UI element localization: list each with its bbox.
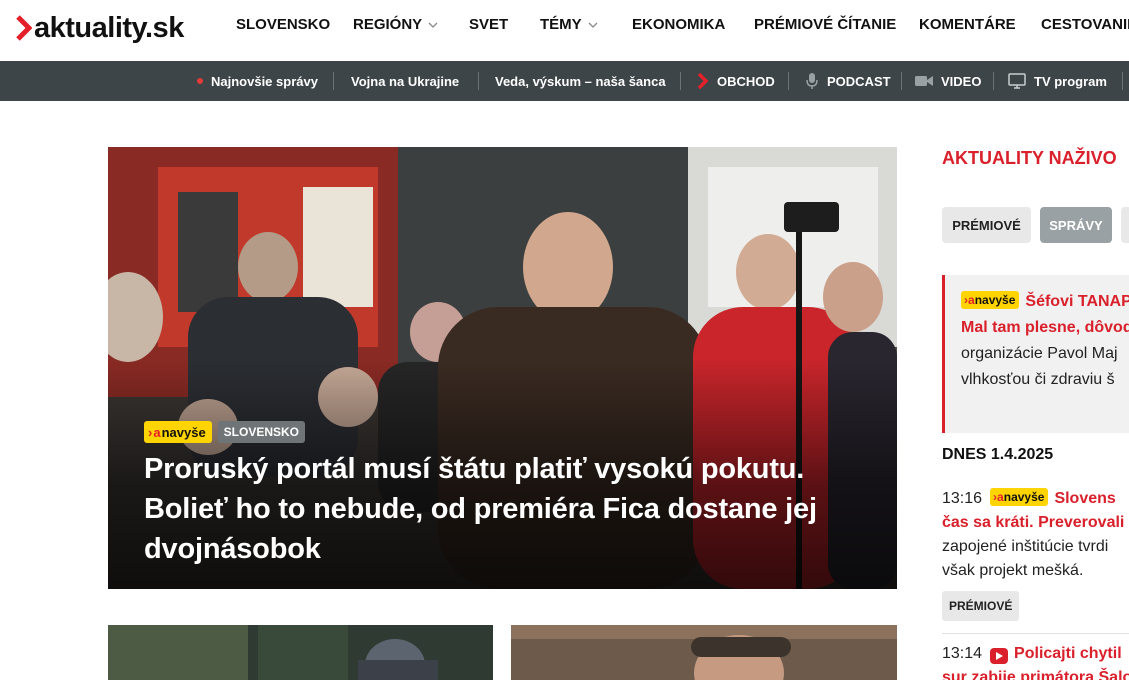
feed-text: zapojené inštitúcie tvrdi bbox=[942, 538, 1109, 555]
navyse-mark: a bbox=[997, 490, 1004, 504]
article-card[interactable] bbox=[108, 625, 493, 680]
nav-item-label: SLOVENSKO bbox=[236, 16, 331, 33]
chevron-down-icon bbox=[588, 22, 598, 28]
navyse-label: navyše bbox=[1003, 490, 1045, 504]
feed-headline-cont[interactable]: čas sa kráti. Preverovali s bbox=[942, 511, 1129, 535]
chevron-logo-icon bbox=[697, 72, 709, 90]
nav-item-label: KOMENTÁRE bbox=[919, 16, 1016, 33]
microphone-icon bbox=[805, 72, 819, 90]
pinned-headline-line: › a navyše Šéfovi TANAP bbox=[961, 289, 1129, 315]
divider bbox=[942, 633, 1129, 634]
article-card[interactable] bbox=[511, 625, 897, 680]
article-card-photo bbox=[511, 625, 897, 680]
nav-item-ekonomika[interactable]: EKONOMIKA bbox=[632, 16, 725, 33]
nav-item-label: REGIÓNY bbox=[353, 16, 423, 33]
divider bbox=[680, 72, 681, 90]
live-feed-title: AKTUALITY NAŽIVO bbox=[942, 148, 1117, 168]
red-dot-icon bbox=[197, 78, 203, 84]
chevron-down-icon bbox=[428, 22, 438, 28]
subnav-label: TV program bbox=[1034, 73, 1107, 89]
nav-item-label: EKONOMIKA bbox=[632, 16, 726, 33]
divider bbox=[478, 72, 479, 90]
feed-badge-row: PRÉMIOVÉ bbox=[942, 591, 1129, 621]
subnav-label: PODCAST bbox=[827, 73, 891, 89]
feed-date: DNES 1.4.2025 bbox=[942, 446, 1054, 463]
hero-tags: › a navyše SLOVENSKO bbox=[144, 421, 306, 443]
feed-headline-cont[interactable]: sur zabije primátora Šalo bbox=[942, 666, 1129, 680]
hero-headline[interactable]: Proruský portál musí štátu platiť vysokú… bbox=[144, 449, 844, 569]
pinned-headline-cont[interactable]: Mal tam plesne, dôvod bbox=[961, 315, 1129, 341]
subnav-label: Vojna na Ukrajine bbox=[351, 73, 460, 89]
chevron-logo-icon: › bbox=[148, 424, 153, 440]
divider bbox=[901, 72, 902, 90]
tv-icon bbox=[1008, 73, 1026, 89]
subnav-label: OBCHOD bbox=[717, 73, 775, 89]
nav-item-label: PRÉMIOVÉ ČÍTANIE bbox=[754, 16, 897, 33]
subnav-label: Najnovšie správy bbox=[211, 73, 318, 89]
hero-article[interactable]: › a navyše SLOVENSKO Proruský portál musí … bbox=[108, 147, 897, 589]
premium-badge: PRÉMIOVÉ bbox=[942, 591, 1020, 621]
feed-text: však projekt mešká. bbox=[942, 562, 1084, 579]
feed-headline[interactable]: Policajti chytil bbox=[1014, 645, 1122, 662]
nav-item-slovensko[interactable]: SLOVENSKO bbox=[236, 16, 330, 33]
navyse-mark: a bbox=[968, 293, 975, 307]
divider bbox=[333, 72, 334, 90]
feed-item[interactable]: 13:14 Policajti chytil sur zabije primáto… bbox=[942, 642, 1129, 680]
divider bbox=[788, 72, 789, 90]
navyse-tag: › a navyše bbox=[961, 291, 1020, 309]
divider bbox=[1122, 72, 1123, 90]
feed-time: 13:14 bbox=[942, 645, 983, 662]
article-card-photo bbox=[108, 625, 493, 680]
tab-more[interactable] bbox=[1121, 207, 1129, 243]
navyse-tag: › a navyše bbox=[144, 421, 212, 443]
tab-news[interactable]: SPRÁVY bbox=[1040, 207, 1112, 243]
nav-item-label: SVET bbox=[469, 16, 509, 33]
category-tag[interactable]: SLOVENSKO bbox=[217, 421, 306, 443]
navyse-tag: › a navyše bbox=[990, 488, 1049, 506]
video-camera-icon bbox=[915, 75, 933, 87]
feed-headline[interactable]: Slovens bbox=[1054, 490, 1115, 507]
pinned-headline[interactable]: Šéfovi TANAP bbox=[1025, 293, 1129, 310]
nav-item-regiony[interactable]: REGIÓNY bbox=[353, 16, 438, 33]
feed-item-headline-line: 13:16 › a navyše Slovens bbox=[942, 487, 1129, 511]
feed-item[interactable]: 13:16 › a navyše Slovens čas sa kráti. Preve… bbox=[942, 487, 1129, 621]
nav-item-cestovanie[interactable]: CESTOVANIE bbox=[1041, 16, 1129, 33]
nav-item-komentare[interactable]: KOMENTÁRE bbox=[919, 16, 1016, 33]
secondary-navigation: Najnovšie správy Vojna na Ukrajine Veda,… bbox=[0, 61, 1129, 101]
nav-item-svet[interactable]: SVET bbox=[469, 16, 508, 33]
tab-premium[interactable]: PRÉMIOVÉ bbox=[942, 207, 1031, 243]
subnav-tv-program[interactable]: TV program bbox=[1008, 61, 1107, 101]
top-navigation: aktuality.sk SLOVENSKO REGIÓNY SVET TÉMY… bbox=[0, 0, 1129, 61]
navyse-label: navyše bbox=[161, 424, 206, 440]
divider bbox=[993, 72, 994, 90]
nav-item-temy[interactable]: TÉMY bbox=[540, 16, 598, 33]
nav-item-label: TÉMY bbox=[540, 16, 582, 33]
pinned-live-item[interactable]: › a navyše Šéfovi TANAP Mal tam plesne, dôv… bbox=[942, 275, 1129, 433]
subnav-obchod[interactable]: OBCHOD bbox=[697, 61, 775, 101]
pinned-text: vlhkosťou či zdraviu š bbox=[961, 371, 1115, 388]
site-logo[interactable]: aktuality.sk bbox=[16, 8, 184, 48]
logo-chevron-icon bbox=[16, 15, 32, 41]
pinned-text: organizácie Pavol Maj bbox=[961, 345, 1118, 362]
feed-item-headline-line: 13:14 Policajti chytil bbox=[942, 642, 1129, 666]
subnav-science[interactable]: Veda, výskum – naša šanca bbox=[495, 61, 666, 101]
subnav-war-ukraine[interactable]: Vojna na Ukrajine bbox=[351, 61, 459, 101]
navyse-mark: a bbox=[153, 424, 161, 440]
subnav-label: Veda, výskum – naša šanca bbox=[495, 73, 666, 89]
subnav-latest-news[interactable]: Najnovšie správy bbox=[197, 61, 318, 101]
subnav-podcast[interactable]: PODCAST bbox=[805, 61, 891, 101]
feed-time: 13:16 bbox=[942, 490, 983, 507]
navyse-label: navyše bbox=[974, 293, 1016, 307]
nav-item-label: CESTOVANIE bbox=[1041, 16, 1129, 33]
subnav-video[interactable]: VIDEO bbox=[915, 61, 981, 101]
video-icon bbox=[990, 648, 1009, 664]
nav-item-premiove-citanie[interactable]: PRÉMIOVÉ ČÍTANIE bbox=[754, 16, 896, 33]
logo-text: aktuality.sk bbox=[34, 11, 184, 44]
subnav-label: VIDEO bbox=[941, 73, 982, 89]
